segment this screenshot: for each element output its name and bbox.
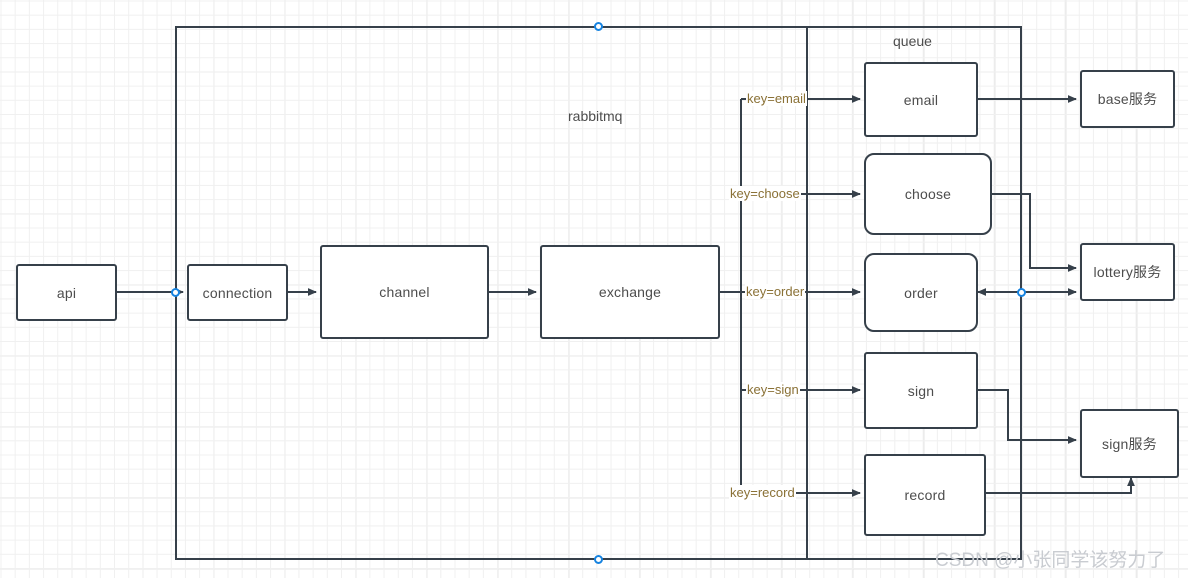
node-exchange[interactable]: exchange	[540, 245, 720, 339]
node-connection[interactable]: connection	[187, 264, 288, 321]
handle-rabbitmq-left[interactable]	[171, 288, 180, 297]
node-service-sign[interactable]: sign服务	[1080, 409, 1179, 478]
node-service-base-label: base服务	[1097, 91, 1158, 107]
watermark: CSDN @小张同学该努力了	[935, 550, 1166, 571]
diagram-canvas: rabbitmq queue api connection channel ex…	[0, 0, 1188, 578]
node-api[interactable]: api	[16, 264, 117, 321]
handle-rabbitmq-bottom[interactable]	[594, 555, 603, 564]
node-service-lottery-label: lottery服务	[1093, 264, 1162, 280]
node-connection-label: connection	[202, 284, 273, 301]
routing-key-order: key=order	[745, 284, 806, 299]
node-queue-email[interactable]: email	[864, 62, 978, 137]
node-queue-order[interactable]: order	[864, 253, 978, 332]
routing-key-email: key=email	[746, 91, 807, 106]
node-queue-sign-label: sign	[907, 382, 935, 399]
node-queue-choose-label: choose	[904, 186, 952, 202]
node-queue-sign[interactable]: sign	[864, 352, 978, 429]
node-channel-label: channel	[379, 284, 430, 300]
rabbitmq-label: rabbitmq	[568, 108, 623, 124]
node-service-sign-label: sign服务	[1102, 435, 1157, 452]
handle-queue-right[interactable]	[1017, 288, 1026, 297]
routing-key-choose: key=choose	[729, 186, 801, 201]
node-service-lottery[interactable]: lottery服务	[1080, 243, 1175, 301]
routing-key-record: key=record	[729, 485, 796, 500]
node-queue-order-label: order	[904, 284, 938, 301]
node-queue-record[interactable]: record	[864, 454, 986, 536]
node-service-base[interactable]: base服务	[1080, 70, 1175, 128]
node-queue-record-label: record	[904, 487, 946, 503]
node-exchange-label: exchange	[598, 284, 662, 300]
node-api-label: api	[56, 284, 77, 301]
queue-label: queue	[893, 33, 932, 49]
routing-key-sign: key=sign	[746, 382, 800, 397]
handle-rabbitmq-top[interactable]	[594, 22, 603, 31]
node-channel[interactable]: channel	[320, 245, 489, 339]
node-queue-email-label: email	[903, 91, 939, 108]
node-queue-choose[interactable]: choose	[864, 153, 992, 235]
